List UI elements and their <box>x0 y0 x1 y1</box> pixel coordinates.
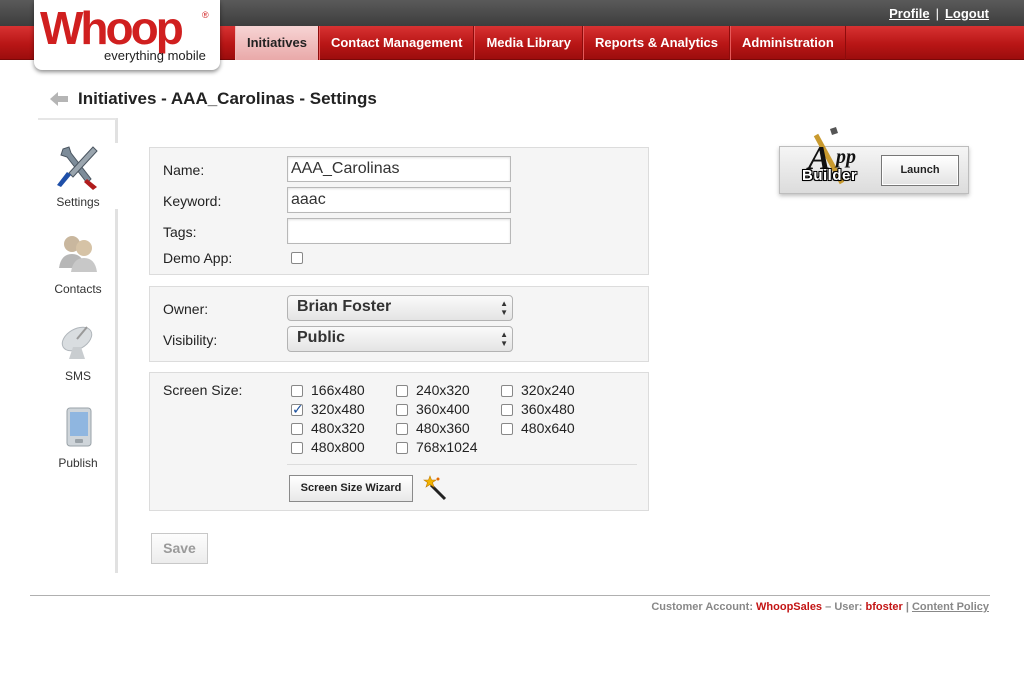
tab-media-library[interactable]: Media Library <box>474 26 583 60</box>
name-label: Name: <box>163 162 205 178</box>
sidebar-item-sms[interactable]: SMS <box>38 317 118 383</box>
tags-field[interactable] <box>287 218 511 244</box>
sidebar-item-publish[interactable]: Publish <box>38 404 118 470</box>
side-nav: Settings Contacts SMS Publish <box>38 118 118 573</box>
user-value: bfoster <box>865 601 903 613</box>
side-nav-divider <box>38 118 116 128</box>
size-checkbox[interactable] <box>291 442 303 454</box>
tab-administration[interactable]: Administration <box>730 26 846 60</box>
whoop-logo[interactable]: Whoop ® everything mobile <box>34 0 220 70</box>
title-row: Initiatives - AAA_Carolinas - Settings <box>48 88 377 110</box>
sidebar-item-label: Settings <box>56 195 100 209</box>
main-tabs: Initiatives Contact Management Media Lib… <box>235 26 846 60</box>
screen-size-panel: Screen Size: 166x480 240x320 320x240 320… <box>149 372 649 511</box>
footer: Customer Account: WhoopSales – User: bfo… <box>651 601 989 613</box>
sidebar-item-contacts[interactable]: Contacts <box>38 230 118 296</box>
size-checkbox[interactable] <box>396 404 408 416</box>
demo-app-checkbox[interactable] <box>291 252 303 264</box>
app-builder-widget: A pp Builder Launch <box>779 127 969 194</box>
demo-app-label: Demo App: <box>163 250 233 266</box>
footer-separator: | <box>905 601 909 613</box>
owner-label: Owner: <box>163 301 209 317</box>
app-builder-logo-icon: A pp Builder <box>786 125 878 187</box>
size-checkbox[interactable] <box>291 401 304 418</box>
launch-button[interactable]: Launch <box>881 155 959 186</box>
visibility-select[interactable]: Public ▲ ▼ <box>287 326 513 352</box>
access-panel: Owner: Brian Foster ▲ ▼ Visibility: Publi… <box>149 286 649 362</box>
select-arrows-icon: ▲ ▼ <box>500 299 508 317</box>
owner-select[interactable]: Brian Foster ▲ ▼ <box>287 295 513 321</box>
size-checkbox[interactable] <box>291 423 303 435</box>
logo-registered-mark: ® <box>202 10 209 20</box>
tools-icon <box>53 143 103 191</box>
size-checkbox[interactable] <box>501 404 513 416</box>
content-policy-link[interactable]: Content Policy <box>912 601 989 613</box>
size-checkbox[interactable] <box>291 385 303 397</box>
sidebar-item-label: Contacts <box>54 282 102 296</box>
satellite-dish-icon <box>53 317 103 365</box>
size-checkbox[interactable] <box>396 385 408 397</box>
profile-link[interactable]: Profile <box>889 6 929 21</box>
contacts-icon <box>53 230 103 278</box>
account-label: Customer Account: <box>651 601 753 613</box>
size-checkbox[interactable] <box>501 423 513 435</box>
magic-wand-icon[interactable] <box>423 475 449 501</box>
logo-tagline: everything mobile <box>104 48 206 63</box>
tab-initiatives[interactable]: Initiatives <box>235 26 319 60</box>
visibility-value: Public <box>297 329 346 346</box>
size-checkbox[interactable] <box>501 385 513 397</box>
page-title: Initiatives - AAA_Carolinas - Settings <box>78 89 377 108</box>
size-checkbox[interactable] <box>396 423 408 435</box>
visibility-label: Visibility: <box>163 332 218 348</box>
app-builder-wordmark: Builder <box>802 167 858 184</box>
account-links: Profile | Logout <box>889 6 989 21</box>
sidebar-item-settings[interactable]: Settings <box>38 143 118 209</box>
keyword-label: Keyword: <box>163 193 222 209</box>
screen-size-wizard-button[interactable]: Screen Size Wizard <box>289 475 413 502</box>
link-separator: | <box>935 6 939 21</box>
general-settings-panel: Name: Keyword: Tags: Demo App: <box>149 147 649 275</box>
svg-text:pp: pp <box>834 146 856 168</box>
save-button[interactable]: Save <box>151 533 208 564</box>
footer-dash: – <box>825 601 832 613</box>
panel-divider <box>287 464 637 465</box>
sidebar-item-label: Publish <box>58 456 98 470</box>
mobile-device-icon <box>53 404 103 452</box>
tab-contact-management[interactable]: Contact Management <box>318 26 475 60</box>
select-arrows-icon: ▲ ▼ <box>500 330 508 348</box>
size-checkbox[interactable] <box>396 442 408 454</box>
logo-wordmark: Whoop <box>40 2 184 54</box>
user-label: User: <box>834 601 863 613</box>
tab-reports-analytics[interactable]: Reports & Analytics <box>582 26 731 60</box>
name-field[interactable] <box>287 156 511 182</box>
screen-size-label: Screen Size: <box>163 382 243 398</box>
owner-value: Brian Foster <box>297 298 392 315</box>
keyword-field[interactable] <box>287 187 511 213</box>
account-value: WhoopSales <box>756 601 823 613</box>
back-arrow-icon[interactable] <box>48 88 70 110</box>
footer-divider <box>30 595 990 596</box>
logout-link[interactable]: Logout <box>945 6 989 21</box>
sidebar-item-label: SMS <box>64 369 91 383</box>
tags-label: Tags: <box>163 224 197 240</box>
